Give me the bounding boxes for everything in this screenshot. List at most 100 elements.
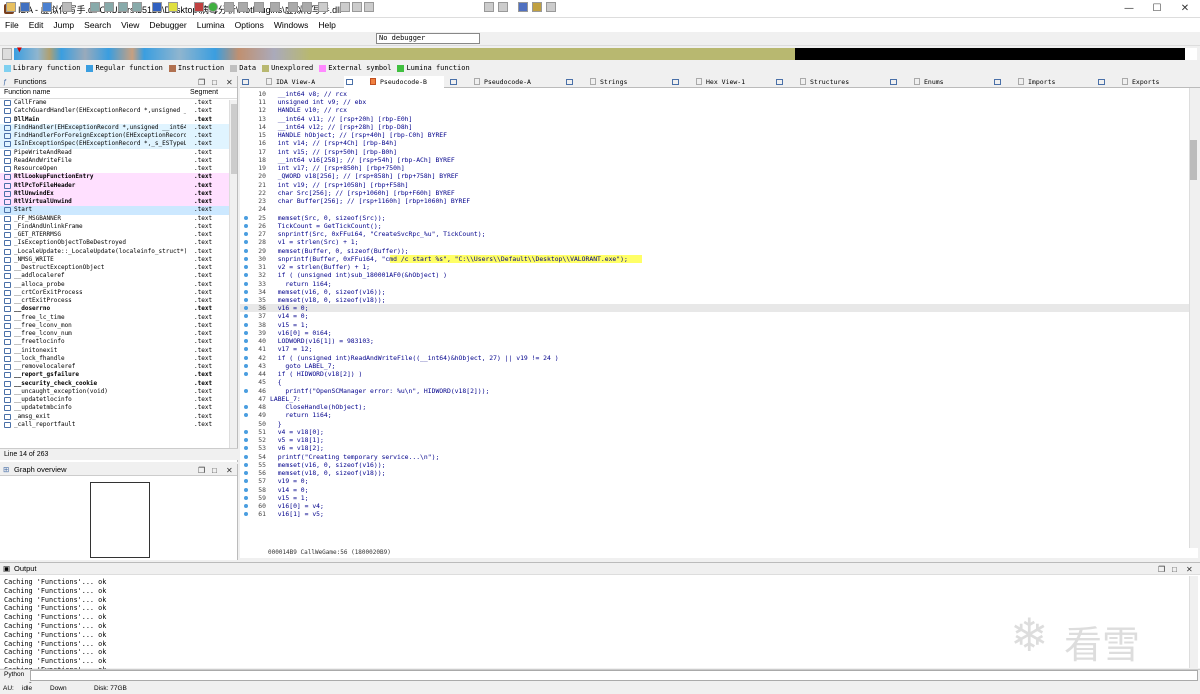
function-row[interactable]: _FF_MSGBANNER .text [0, 215, 237, 223]
lumina-push-icon[interactable] [546, 2, 556, 12]
function-row[interactable]: RtlPcToFileHeader .text [0, 181, 237, 190]
struct-icon[interactable] [270, 2, 280, 12]
code-line[interactable]: 38 v15 = 1; [240, 321, 1190, 329]
find-text-icon[interactable] [104, 2, 114, 12]
menu-edit[interactable]: Edit [24, 18, 49, 32]
tab-structures[interactable]: Structures [774, 76, 884, 88]
function-row[interactable]: __free_lconv_num .text [0, 330, 237, 338]
tab-close-icon[interactable] [800, 78, 806, 85]
function-row[interactable]: __crtExitProcess .text [0, 297, 237, 305]
breakpoint-dot-icon[interactable] [244, 330, 248, 335]
code-line[interactable]: 55 memset(v16, 0, sizeof(v16)); [240, 461, 1190, 469]
function-row[interactable]: _LocaleUpdate::_LocaleUpdate(localeinfo_… [0, 248, 237, 256]
function-row[interactable]: __report_gsfailure .text [0, 371, 237, 379]
menu-options[interactable]: Options [230, 18, 269, 32]
output-max-button[interactable]: □ [1172, 564, 1177, 576]
breakpoint-dot-icon[interactable] [244, 289, 248, 294]
nav-band-left-arrow[interactable] [2, 48, 12, 60]
breakpoint-dot-icon[interactable] [244, 339, 248, 344]
code-line[interactable]: 42 if ( (unsigned int)ReadAndWriteFile((… [240, 354, 1190, 362]
maximize-button[interactable]: ☐ [1144, 2, 1170, 16]
code-line[interactable]: 57 v19 = 0; [240, 477, 1190, 485]
function-row[interactable]: DllMain .text [0, 116, 237, 124]
code-line[interactable]: 48 CloseHandle(hObject); [240, 403, 1190, 411]
function-row[interactable]: FindHandler(EHExceptionRecord *,unsigned… [0, 123, 237, 132]
breakpoint-dot-icon[interactable] [244, 413, 248, 418]
code-line[interactable]: 30 snprintf(Buffer, 0xFFui64, "cmd /c st… [240, 254, 1190, 263]
breakpoint-dot-icon[interactable] [244, 240, 248, 245]
tab-close-icon[interactable] [914, 78, 920, 85]
start-debug-icon[interactable] [340, 2, 350, 12]
code-icon[interactable] [224, 2, 234, 12]
function-row[interactable]: __DestructExceptionObject .text [0, 264, 237, 272]
menu-debugger[interactable]: Debugger [144, 18, 191, 32]
function-row[interactable]: __free_lconv_mon .text [0, 322, 237, 330]
code-line[interactable]: 20 _QWORD v18[256]; // [rsp+858h] [rbp+7… [240, 172, 1190, 180]
function-row[interactable]: CallFrame .text [0, 99, 237, 107]
code-line[interactable]: 11 unsigned int v9; // ebx [240, 98, 1190, 106]
function-row[interactable]: _call_reportfault .text [0, 421, 237, 429]
breakpoint-dot-icon[interactable] [244, 223, 248, 228]
tab-hex-view-1[interactable]: Hex View-1 [670, 76, 770, 88]
debugger-select[interactable]: No debugger [376, 33, 480, 44]
function-row[interactable]: RtlVirtualUnwind .text [0, 198, 237, 207]
function-row[interactable]: IsInExceptionSpec(EHExceptionRecord *,_s… [0, 140, 237, 149]
code-line[interactable]: 59 v15 = 1; [240, 494, 1190, 502]
plugin-icon[interactable] [518, 2, 528, 12]
code-line[interactable]: 18 __int64 v16[258]; // [rsp+54h] [rbp-A… [240, 156, 1190, 164]
breakpoint-dot-icon[interactable] [244, 487, 248, 492]
code-line[interactable]: 56 memset(v18, 0, sizeof(v18)); [240, 469, 1190, 477]
text-mode-icon[interactable] [168, 2, 178, 12]
graph-close-button[interactable]: ✕ [226, 465, 233, 477]
code-line[interactable]: 53 v6 = v18[2]; [240, 444, 1190, 452]
function-row[interactable]: __uncaught_exception(void) .text [0, 388, 237, 396]
open-icon[interactable] [6, 2, 16, 12]
code-line[interactable]: 44 if ( HIDWORD(v18[2]) ) [240, 370, 1190, 378]
graph-icon[interactable] [194, 2, 204, 12]
graph-overview-viewport[interactable] [90, 482, 150, 558]
function-row[interactable]: __lock_fhandle .text [0, 355, 237, 363]
code-line[interactable]: 16 int v14; // [rsp+4Ch] [rbp-B4h] [240, 139, 1190, 147]
download-icon[interactable] [152, 2, 162, 12]
code-line[interactable]: 12 HANDLE v10; // rcx [240, 106, 1190, 114]
function-row[interactable]: __initonexit .text [0, 347, 237, 355]
breakpoint-dot-icon[interactable] [244, 355, 248, 360]
code-line[interactable]: 37 v14 = 0; [240, 312, 1190, 320]
forward-icon[interactable] [62, 2, 72, 12]
functions-scrollbar[interactable] [229, 100, 237, 448]
close-button[interactable]: ✕ [1172, 2, 1198, 16]
breakpoint-dot-icon[interactable] [244, 265, 248, 270]
function-row[interactable]: ReadAndWriteFile .text [0, 157, 237, 165]
function-row[interactable]: RtlUnwindEx .text [0, 189, 237, 198]
function-row[interactable]: PipeWriteAndRead .text [0, 149, 237, 157]
function-row[interactable]: __security_check_cookie .text [0, 380, 237, 388]
breakpoint-dot-icon[interactable] [244, 281, 248, 286]
xref-icon[interactable] [288, 2, 298, 12]
menu-jump[interactable]: Jump [48, 18, 79, 32]
code-line[interactable]: 21 int v19; // [rsp+1058h] [rbp+F58h] [240, 181, 1190, 189]
breakpoint-dot-icon[interactable] [244, 372, 248, 377]
navigation-band[interactable] [14, 48, 1197, 60]
code-line[interactable]: 50 } [240, 420, 1190, 428]
breakpoint-dot-icon[interactable] [244, 429, 248, 434]
function-row[interactable]: __updatetlocinfo .text [0, 396, 237, 404]
breakpoint-dot-icon[interactable] [244, 405, 248, 410]
breakpoint-dot-icon[interactable] [244, 347, 248, 352]
code-line[interactable]: 27 snprintf(Src, 0xFFui64, "CreateSvcRpc… [240, 230, 1190, 238]
code-line[interactable]: 54 printf("Creating temporary service...… [240, 453, 1190, 461]
breakpoint-dot-icon[interactable] [244, 363, 248, 368]
code-line[interactable]: 25 memset(Src, 0, sizeof(Src)); [240, 214, 1190, 222]
breakpoint-dot-icon[interactable] [244, 454, 248, 459]
save-icon[interactable] [20, 2, 30, 12]
code-line[interactable]: 19 int v17; // [rsp+850h] [rbp+750h] [240, 164, 1190, 172]
function-row[interactable]: __doserrno .text [0, 305, 237, 313]
code-line[interactable]: 29 memset(Buffer, 0, sizeof(Buffer)); [240, 247, 1190, 255]
code-line[interactable]: 58 v14 = 0; [240, 486, 1190, 494]
menu-windows[interactable]: Windows [269, 18, 313, 32]
ascii-icon[interactable] [254, 2, 264, 12]
minimize-button[interactable]: — [1116, 2, 1142, 16]
code-line[interactable]: 34 memset(v16, 0, sizeof(v16)); [240, 288, 1190, 296]
breakpoint-dot-icon[interactable] [244, 471, 248, 476]
function-row[interactable]: __updatetmbcinfo .text [0, 404, 237, 412]
debugger-options-icon[interactable] [484, 2, 494, 12]
